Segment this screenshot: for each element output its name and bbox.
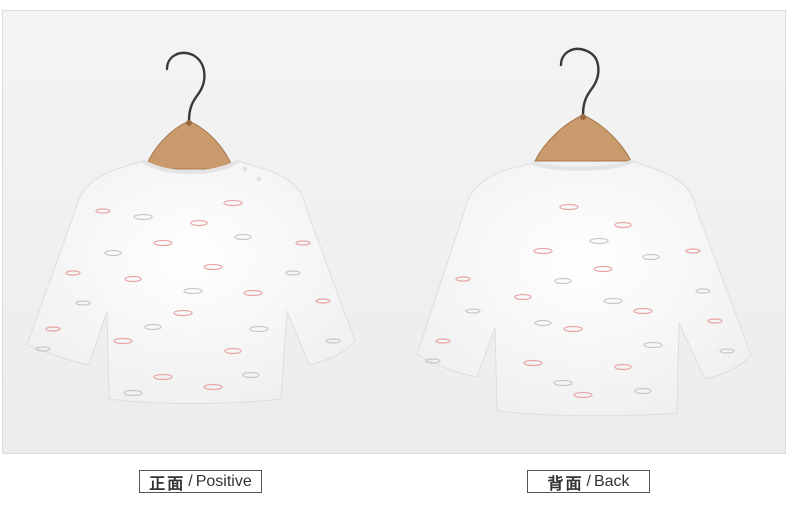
front-view-caption: 正面 / Positive	[139, 470, 262, 493]
front-caption-zh: 正面	[149, 475, 186, 493]
front-caption-separator: /	[188, 472, 193, 490]
product-photo-canvas	[3, 11, 785, 453]
back-caption-separator: /	[586, 472, 591, 490]
back-caption-zh: 背面	[547, 475, 584, 493]
product-photo	[2, 10, 786, 454]
back-view-caption: 背面 / Back	[527, 470, 650, 493]
back-caption-en: Back	[593, 472, 630, 490]
front-caption-en: Positive	[195, 472, 252, 490]
